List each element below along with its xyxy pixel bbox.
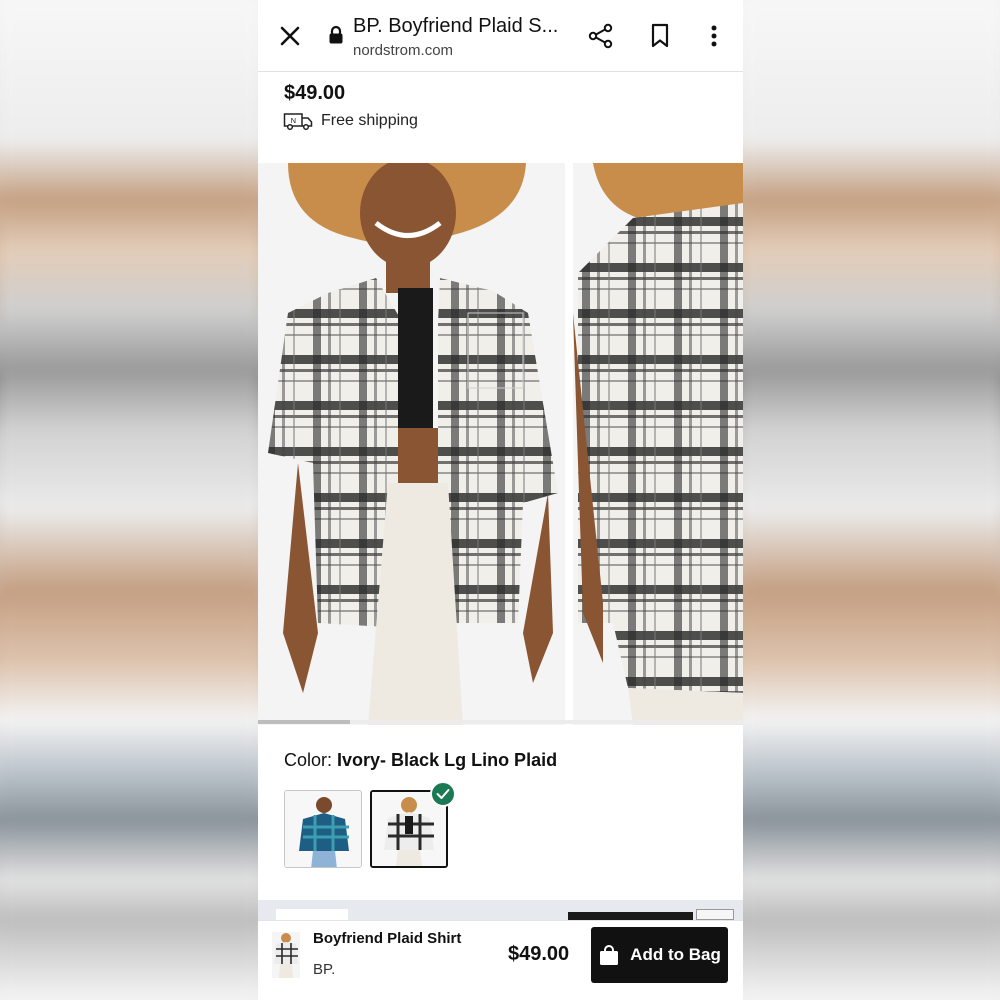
color-label: Color: bbox=[284, 750, 333, 770]
more-options-button[interactable] bbox=[696, 18, 732, 54]
shipping-badge-letter: N bbox=[291, 116, 296, 125]
shipping-label: Free shipping bbox=[321, 112, 418, 129]
shipping-info: N Free shipping bbox=[283, 112, 418, 130]
bottom-price: $49.00 bbox=[508, 943, 570, 965]
share-icon bbox=[588, 23, 613, 49]
bookmark-button[interactable] bbox=[642, 18, 678, 54]
product-gallery[interactable] bbox=[258, 163, 743, 725]
add-to-bag-button[interactable]: Add to Bag bbox=[591, 927, 728, 983]
more-vertical-icon bbox=[711, 25, 717, 47]
color-swatch-blue-plaid[interactable] bbox=[284, 790, 362, 868]
bookmark-icon bbox=[651, 23, 669, 48]
gallery-scroll-thumb bbox=[258, 720, 351, 724]
browser-toolbar: BP. Boyfriend Plaid S... nordstrom.com bbox=[258, 0, 743, 72]
phone-screen: BP. Boyfriend Plaid S... nordstrom.com $… bbox=[258, 0, 743, 1000]
selected-check-icon bbox=[430, 781, 456, 807]
color-selection-label: Color: Ivory- Black Lg Lino Plaid bbox=[284, 750, 557, 771]
share-button[interactable] bbox=[583, 18, 619, 54]
gallery-scroll-indicator bbox=[258, 720, 743, 724]
product-price: $49.00 bbox=[284, 82, 346, 104]
page-url[interactable]: nordstrom.com bbox=[353, 42, 453, 59]
delivery-truck-icon: N bbox=[283, 113, 313, 130]
lock-icon bbox=[329, 25, 343, 44]
blurred-background-right bbox=[742, 0, 1000, 1000]
product-image-back[interactable] bbox=[573, 163, 743, 725]
product-name: Boyfriend Plaid Shirt bbox=[313, 930, 462, 947]
blurred-background-left bbox=[0, 0, 258, 1000]
close-button[interactable] bbox=[272, 18, 308, 54]
banner-dark-button[interactable] bbox=[568, 912, 693, 920]
product-thumbnail bbox=[272, 932, 300, 978]
add-to-bag-label: Add to Bag bbox=[630, 945, 721, 964]
banner-close-button[interactable] bbox=[696, 909, 734, 920]
page-title[interactable]: BP. Boyfriend Plaid S... bbox=[353, 15, 558, 38]
close-icon bbox=[280, 26, 300, 46]
product-brand: BP. bbox=[313, 961, 336, 978]
shopping-bag-icon bbox=[600, 945, 619, 965]
banner-card bbox=[276, 909, 348, 920]
sticky-add-to-bag-bar: Boyfriend Plaid Shirt BP. $49.00 Add to … bbox=[258, 920, 743, 992]
product-image-front[interactable] bbox=[258, 163, 565, 725]
selected-color-name: Ivory- Black Lg Lino Plaid bbox=[337, 750, 558, 770]
